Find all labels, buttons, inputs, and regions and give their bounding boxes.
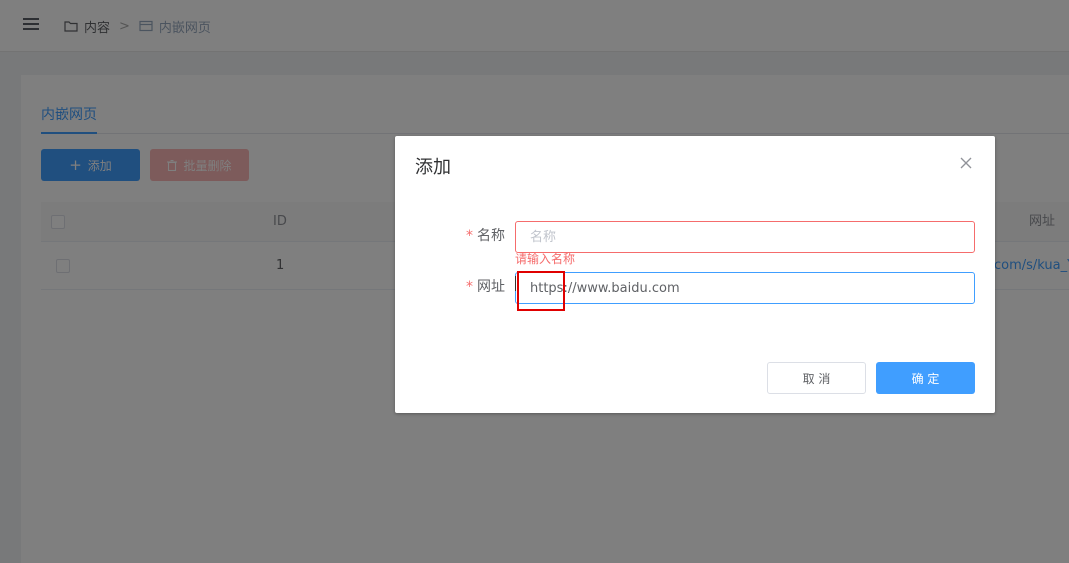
url-label-text: 网址 xyxy=(477,279,505,295)
add-dialog: 添加 *名称 请输入名称 *网址 取 消 确 定 xyxy=(395,136,995,413)
confirm-button[interactable]: 确 定 xyxy=(876,362,975,394)
annotation-highlight-box xyxy=(517,271,565,311)
cancel-button[interactable]: 取 消 xyxy=(767,362,866,394)
name-error-message: 请输入名称 xyxy=(515,252,576,266)
required-mark: * xyxy=(466,228,473,244)
required-mark: * xyxy=(466,279,473,295)
url-input[interactable] xyxy=(515,272,975,304)
name-input[interactable] xyxy=(515,221,975,253)
text-caret xyxy=(515,276,516,291)
app-page: 内容 > 内嵌网页 内嵌网页 + 添加 批 xyxy=(0,0,1069,563)
close-icon[interactable] xyxy=(960,157,972,169)
dialog-title: 添加 xyxy=(415,157,451,178)
url-field-label: * 网址 xyxy=(413,279,505,295)
name-field-label: * 名称 xyxy=(413,228,505,244)
name-label-text: 名称 xyxy=(477,228,505,244)
